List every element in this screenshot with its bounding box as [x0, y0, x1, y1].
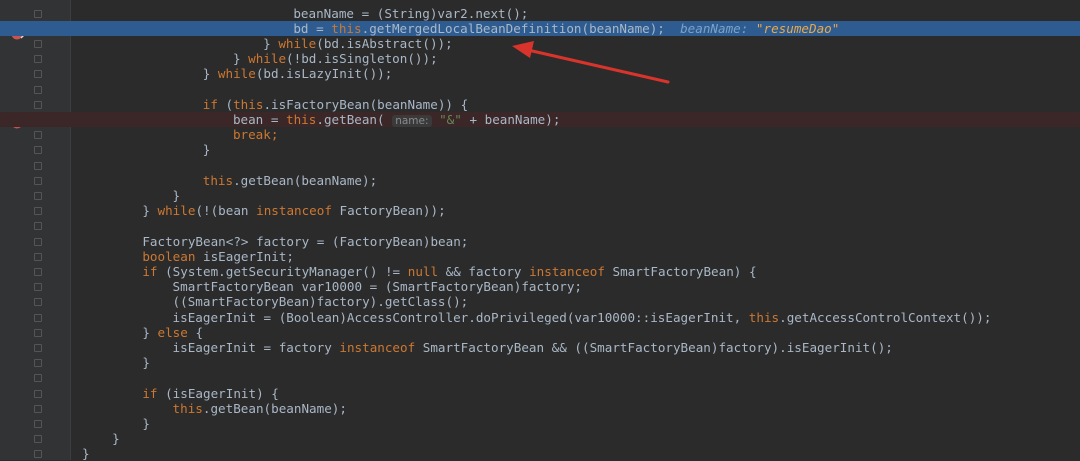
- annotation-arrow: [512, 41, 670, 84]
- code-editor[interactable]: beanName = (String)var2.next(); bd = this…: [0, 0, 1080, 461]
